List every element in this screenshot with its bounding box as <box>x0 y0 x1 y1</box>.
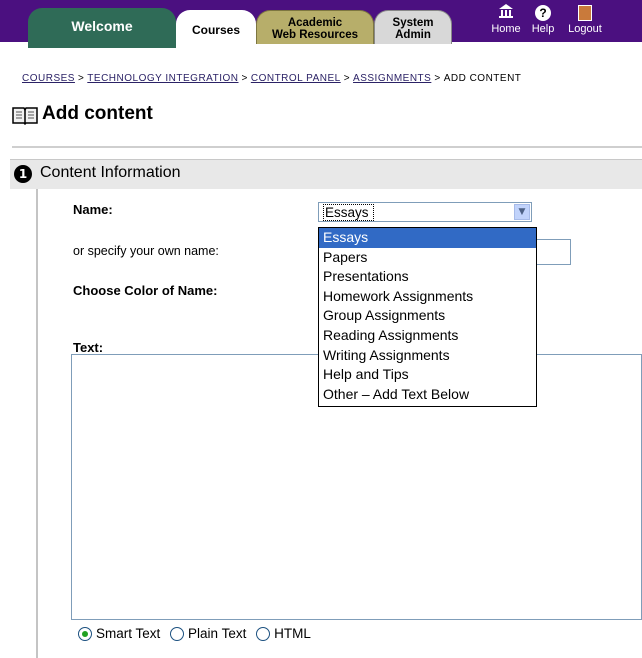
dropdown-option-reading-assignments[interactable]: Reading Assignments <box>319 326 536 346</box>
text-format-options: Smart Text Plain Text HTML <box>78 625 317 645</box>
own-name-label: or specify your own name: <box>73 244 219 258</box>
tab-welcome-label: Welcome <box>71 18 133 34</box>
tab-academic-label-line2: Web Resources <box>271 29 359 41</box>
radio-smart-text-label: Smart Text <box>96 626 161 641</box>
dropdown-option-writing-assignments[interactable]: Writing Assignments <box>319 346 536 366</box>
breadcrumb-separator: > <box>434 73 441 84</box>
radio-checked-icon <box>78 627 92 641</box>
breadcrumb-control-panel[interactable]: CONTROL PANEL <box>251 73 341 84</box>
help-label: Help <box>531 23 555 35</box>
breadcrumb-technology-integration[interactable]: TECHNOLOGY INTEGRATION <box>87 73 238 84</box>
radio-html-label: HTML <box>274 626 311 641</box>
name-dropdown-list[interactable]: Essays Papers Presentations Homework Ass… <box>318 227 537 407</box>
section-rule <box>36 189 38 658</box>
dropdown-option-presentations[interactable]: Presentations <box>319 267 536 287</box>
breadcrumb: COURSES > TECHNOLOGY INTEGRATION > CONTROL P… <box>22 73 521 84</box>
dropdown-option-papers[interactable]: Papers <box>319 248 536 268</box>
tab-system-label-line2: Admin <box>395 29 431 41</box>
breadcrumb-courses[interactable]: COURSES <box>22 73 75 84</box>
tab-courses-label: Courses <box>191 23 241 37</box>
tab-welcome[interactable]: Welcome <box>28 8 176 48</box>
section-header: 1 Content Information <box>10 159 642 189</box>
help-icon: ? <box>523 3 563 23</box>
top-navigation: Welcome Courses Academic Web Resources S… <box>0 0 642 50</box>
radio-plain-text[interactable]: Plain Text <box>170 625 246 643</box>
home-label: Home <box>491 23 521 35</box>
radio-unchecked-icon <box>170 627 185 641</box>
dropdown-option-essays[interactable]: Essays <box>319 228 536 248</box>
radio-unchecked-icon <box>256 627 271 641</box>
home-button[interactable]: Home <box>486 3 526 35</box>
book-icon <box>12 105 38 126</box>
text-label: Text: <box>73 340 104 355</box>
name-select-value: Essays <box>323 204 374 221</box>
help-button[interactable]: ? Help <box>523 3 563 35</box>
tab-courses[interactable]: Courses <box>176 10 256 50</box>
breadcrumb-separator: > <box>343 73 351 84</box>
logout-label: Logout <box>568 23 602 35</box>
tab-academic-web-resources[interactable]: Academic Web Resources <box>256 10 374 44</box>
breadcrumb-current: ADD CONTENT <box>443 73 522 84</box>
radio-plain-text-label: Plain Text <box>188 626 247 641</box>
name-select[interactable]: Essays ▼ <box>318 202 532 222</box>
color-label: Choose Color of Name: <box>73 283 218 298</box>
step-number-badge: 1 <box>14 165 32 183</box>
section-title: Content Information <box>40 164 181 181</box>
home-icon <box>486 3 526 23</box>
tab-system-label-line1: System <box>392 17 434 29</box>
tab-system-admin[interactable]: System Admin <box>374 10 452 44</box>
dropdown-option-homework-assignments[interactable]: Homework Assignments <box>319 287 536 307</box>
breadcrumb-separator: > <box>241 73 248 84</box>
logout-icon <box>560 3 610 23</box>
breadcrumb-assignments[interactable]: ASSIGNMENTS <box>353 73 431 84</box>
dropdown-option-help-and-tips[interactable]: Help and Tips <box>319 365 536 385</box>
own-name-input[interactable] <box>536 239 571 265</box>
chevron-down-icon[interactable]: ▼ <box>514 204 530 220</box>
dropdown-option-group-assignments[interactable]: Group Assignments <box>319 306 536 326</box>
logout-button[interactable]: Logout <box>560 3 610 35</box>
divider <box>12 146 642 148</box>
name-label: Name: <box>73 202 113 217</box>
breadcrumb-separator: > <box>77 73 85 84</box>
tab-academic-label-line1: Academic <box>287 17 343 29</box>
dropdown-option-other[interactable]: Other – Add Text Below <box>319 385 536 405</box>
radio-html[interactable]: HTML <box>256 625 311 643</box>
radio-smart-text[interactable]: Smart Text <box>78 625 160 643</box>
page-title: Add content <box>42 103 153 124</box>
